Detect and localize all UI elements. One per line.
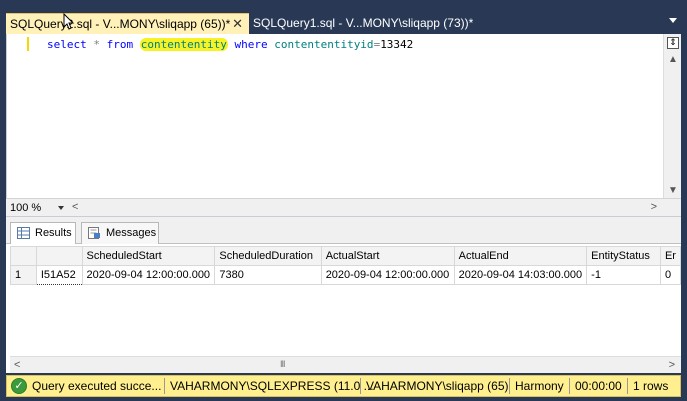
tab-results[interactable]: Results: [10, 222, 76, 244]
scroll-thumb[interactable]: III: [280, 359, 285, 369]
tab-label: SQLQuery1.sql - V...MONY\sliqapp (73))*: [253, 16, 474, 30]
zoom-bar: 100 % < >: [6, 198, 681, 216]
grid-horizontal-scrollbar[interactable]: < III >: [10, 356, 681, 373]
table-cell[interactable]: 2020-09-04 14:03:00.000: [453, 265, 588, 285]
column-header-actualend[interactable]: ActualEnd: [453, 246, 588, 266]
table-cell[interactable]: I51A52: [35, 265, 83, 285]
close-icon[interactable]: ✕: [232, 14, 243, 34]
grid-icon: [17, 227, 30, 239]
table-row[interactable]: 1 I51A52 2020-09-04 12:00:00.000 7380 20…: [10, 265, 681, 285]
window-top-strip: [0, 0, 687, 10]
column-name: contententityid: [274, 38, 374, 51]
column-header-truncated[interactable]: [35, 246, 83, 266]
status-server: VAHARMONY\SQLEXPRESS (11.0 ...: [170, 379, 374, 393]
status-message: Query executed succe...: [32, 379, 162, 393]
scroll-right-icon[interactable]: >: [651, 201, 657, 213]
results-grid[interactable]: ScheduledStart ScheduledDuration ActualS…: [10, 246, 681, 356]
tab-label: SQLQuery2.sql - V...MONY\sliqapp (65))*: [10, 17, 231, 31]
column-header-scheduledstart[interactable]: ScheduledStart: [81, 246, 216, 266]
mouse-cursor-icon: [63, 13, 75, 30]
status-user: VAHARMONY\sliqapp (65): [366, 379, 509, 393]
chevron-down-icon[interactable]: [669, 18, 677, 23]
results-tab-strip: Results Messages: [6, 217, 681, 244]
message-icon: [88, 227, 100, 239]
scroll-left-icon[interactable]: <: [72, 201, 78, 213]
column-header-actualstart[interactable]: ActualStart: [320, 246, 455, 266]
table-cell[interactable]: -1: [586, 265, 661, 285]
status-separator: [569, 378, 570, 394]
zoom-level[interactable]: 100 %: [10, 202, 41, 214]
column-header-rownum: [10, 246, 37, 266]
keyword-from: from: [106, 38, 134, 51]
grid-header-row: ScheduledStart ScheduledDuration ActualS…: [10, 246, 681, 266]
editor-vertical-scrollbar[interactable]: ⇕ ▲ ▼: [663, 34, 681, 198]
table-cell[interactable]: 0: [659, 265, 681, 285]
column-header-scheduledduration[interactable]: ScheduledDuration: [214, 246, 322, 266]
tab-messages-label: Messages: [106, 227, 157, 239]
keyword-where: where: [234, 38, 268, 51]
column-header-truncated-right[interactable]: Er: [659, 246, 681, 266]
keyword-select: select: [47, 38, 87, 51]
scroll-down-icon[interactable]: ▼: [668, 185, 678, 196]
table-cell[interactable]: 7380: [214, 265, 322, 285]
status-bar: ✓ Query executed succe... VAHARMONY\SQLE…: [6, 375, 681, 397]
status-database: Harmony: [515, 379, 564, 393]
table-cell[interactable]: 2020-09-04 12:00:00.000: [81, 265, 216, 285]
document-tab-bar: SQLQuery2.sql - V...MONY\sliqapp (65))* …: [0, 10, 687, 34]
status-separator: [360, 378, 361, 394]
check-circle-icon: ✓: [11, 378, 27, 394]
operator-star: *: [93, 38, 100, 51]
status-separator: [164, 378, 165, 394]
change-marker: [27, 37, 29, 51]
status-elapsed: 00:00:00: [575, 379, 622, 393]
scroll-right-icon[interactable]: >: [669, 359, 675, 371]
query-editor[interactable]: select * from contententity where conten…: [6, 34, 681, 198]
scroll-left-icon[interactable]: <: [14, 359, 20, 371]
editor-gutter: [7, 34, 30, 198]
status-separator: [509, 378, 510, 394]
tab-sqlquery2[interactable]: SQLQuery2.sql - V...MONY\sliqapp (65))* …: [6, 13, 249, 34]
scroll-up-icon[interactable]: ▲: [668, 54, 678, 65]
literal-value: 13342: [380, 38, 414, 51]
tab-sqlquery1[interactable]: SQLQuery1.sql - V...MONY\sliqapp (73))*: [249, 13, 479, 34]
status-separator: [627, 378, 628, 394]
editor-horizontal-scrollbar[interactable]: [82, 202, 641, 214]
row-number[interactable]: 1: [10, 265, 37, 285]
window-right-edge: [681, 34, 687, 401]
table-name: contententity: [139, 38, 228, 51]
code-line[interactable]: select * from contententity where conten…: [47, 38, 413, 51]
tab-messages[interactable]: Messages: [81, 222, 159, 244]
table-cell[interactable]: 2020-09-04 12:00:00.000: [320, 265, 455, 285]
tab-results-label: Results: [35, 227, 72, 239]
split-icon[interactable]: ⇕: [667, 37, 679, 49]
status-rows: 1 rows: [633, 379, 669, 393]
results-pane: Results Messages ScheduledStart Schedule…: [6, 216, 681, 373]
chevron-down-icon[interactable]: [58, 206, 64, 210]
column-header-entitystatus[interactable]: EntityStatus: [586, 246, 661, 266]
